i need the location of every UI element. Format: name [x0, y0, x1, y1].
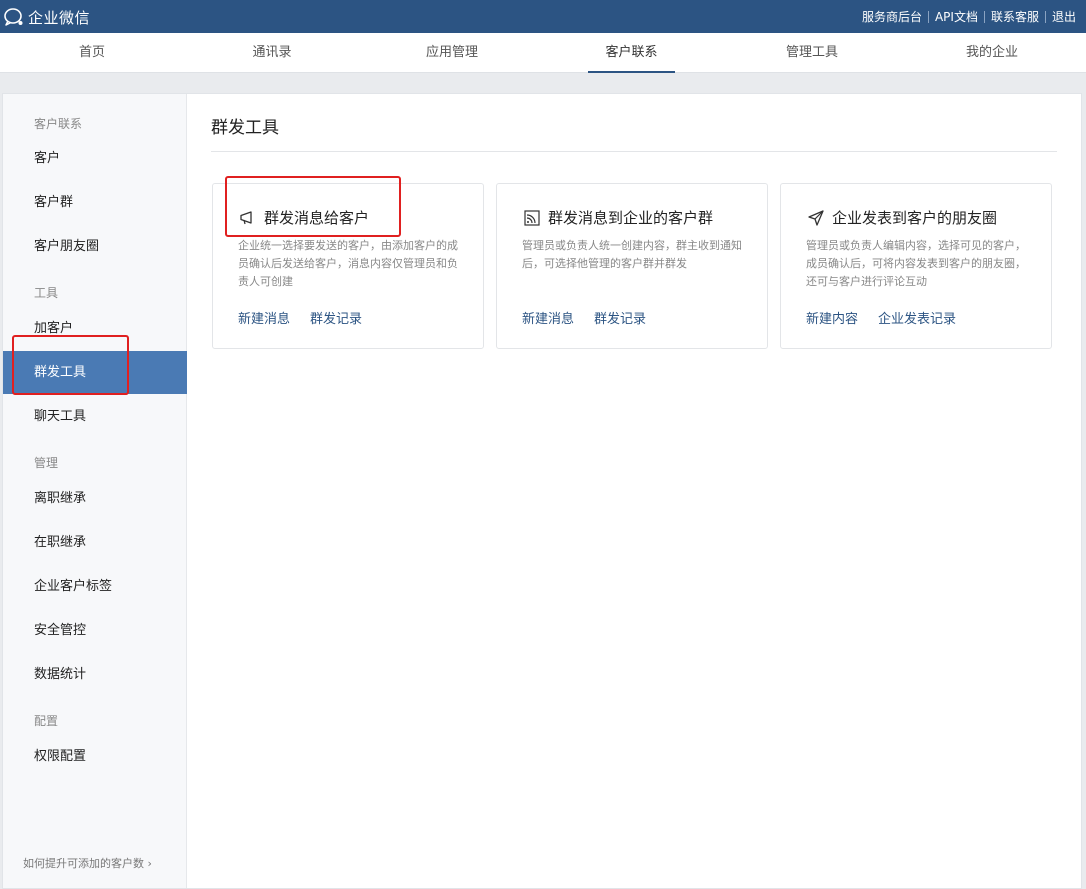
card-actions: 新建内容 企业发表记录	[806, 308, 976, 327]
sidebar: 客户联系 客户 客户群 客户朋友圈 工具 加客户 群发工具 聊天工具 管理 离职…	[3, 94, 187, 888]
new-content-link[interactable]: 新建内容	[806, 308, 858, 327]
page-title: 群发工具	[211, 118, 279, 138]
card-publish-moments: 企业发表到客户的朋友圈 管理员或负责人编辑内容，选择可见的客户，成员确认后，可将…	[780, 183, 1052, 349]
card-header: 群发消息到企业的客户群	[523, 207, 713, 228]
card-header: 群发消息给客户	[239, 207, 369, 228]
sidebar-item-resign-inherit[interactable]: 离职继承	[3, 477, 187, 520]
sidebar-item-security[interactable]: 安全管控	[3, 609, 187, 652]
sidebar-group-customer: 客户联系	[34, 117, 83, 131]
card-title: 群发消息给客户	[264, 209, 370, 227]
logo-text: 企业微信	[28, 8, 91, 27]
card-mass-message-customers: 群发消息给客户 企业统一选择要发送的客户，由添加客户的成员确认后发送给客户，消息…	[212, 183, 484, 349]
nav-contacts[interactable]: 通讯录	[224, 33, 320, 73]
top-links: 服务商后台 API文档 联系客服 退出	[856, 0, 1082, 33]
sidebar-item-customer-group[interactable]: 客户群	[3, 181, 187, 224]
footer-label: 如何提升可添加的客户数	[23, 857, 144, 870]
sidebar-group-manage: 管理	[34, 456, 59, 470]
sidebar-item-onjob-inherit[interactable]: 在职继承	[3, 521, 187, 564]
card-header: 企业发表到客户的朋友圈	[807, 207, 997, 228]
wecom-logo-icon	[3, 6, 25, 28]
divider	[211, 151, 1057, 152]
content-area: 群发工具 群发消息给客户 企业统一选择要发送的客户，由添加客户的成员确认后发送给…	[188, 94, 1081, 888]
nav-management-tools[interactable]: 管理工具	[764, 33, 860, 73]
new-message-link[interactable]: 新建消息	[522, 308, 574, 327]
chevron-right-icon: ›	[147, 857, 152, 870]
nav-app-management[interactable]: 应用管理	[404, 33, 500, 73]
nav-my-company[interactable]: 我的企业	[944, 33, 1040, 73]
card-title: 企业发表到客户的朋友圈	[832, 209, 998, 227]
card-description: 管理员或负责人编辑内容，选择可见的客户，成员确认后，可将内容发表到客户的朋友圈，…	[806, 239, 1026, 288]
sidebar-group-config: 配置	[34, 714, 59, 728]
card-actions: 新建消息 群发记录	[238, 308, 382, 327]
top-bar: 企业微信 服务商后台 API文档 联系客服 退出	[0, 0, 1086, 33]
sidebar-item-moments[interactable]: 客户朋友圈	[3, 225, 187, 268]
megaphone-icon	[240, 210, 252, 224]
contact-support-link[interactable]: 联系客服	[985, 8, 1045, 25]
new-message-link[interactable]: 新建消息	[238, 308, 290, 327]
sidebar-item-customer[interactable]: 客户	[3, 137, 187, 180]
card-title: 群发消息到企业的客户群	[548, 209, 714, 227]
sidebar-group-tools: 工具	[34, 286, 59, 300]
sidebar-item-tags[interactable]: 企业客户标签	[3, 565, 187, 608]
broadcast-icon	[524, 209, 540, 226]
card-actions: 新建消息 群发记录	[522, 308, 666, 327]
main-panel: 客户联系 客户 客户群 客户朋友圈 工具 加客户 群发工具 聊天工具 管理 离职…	[2, 93, 1082, 889]
service-provider-link[interactable]: 服务商后台	[856, 8, 928, 25]
increase-customer-limit-link[interactable]: 如何提升可添加的客户数 ›	[23, 855, 152, 871]
card-mass-message-groups: 群发消息到企业的客户群 管理员或负责人统一创建内容，群主收到通知后，可选择他管理…	[496, 183, 768, 349]
card-description: 企业统一选择要发送的客户，由添加客户的成员确认后发送给客户，消息内容仅管理员和负…	[238, 239, 458, 288]
api-docs-link[interactable]: API文档	[929, 8, 984, 25]
sidebar-item-permissions[interactable]: 权限配置	[3, 735, 187, 778]
mass-record-link[interactable]: 群发记录	[310, 308, 362, 327]
main-nav: 首页 通讯录 应用管理 客户联系 管理工具 我的企业	[0, 33, 1086, 73]
logo[interactable]: 企业微信	[3, 6, 90, 28]
logout-link[interactable]: 退出	[1046, 8, 1082, 25]
paper-plane-icon	[808, 209, 824, 226]
sidebar-item-stats[interactable]: 数据统计	[3, 653, 187, 696]
mass-record-link[interactable]: 群发记录	[594, 308, 646, 327]
card-description: 管理员或负责人统一创建内容，群主收到通知后，可选择他管理的客户群并群发	[522, 239, 742, 270]
nav-customer-contact[interactable]: 客户联系	[588, 33, 675, 73]
sidebar-item-add-customer[interactable]: 加客户	[3, 307, 187, 350]
sidebar-item-mass-tool[interactable]: 群发工具	[3, 351, 187, 394]
sidebar-item-chat-tool[interactable]: 聊天工具	[3, 395, 187, 438]
nav-home[interactable]: 首页	[44, 33, 140, 73]
publish-record-link[interactable]: 企业发表记录	[878, 308, 956, 327]
